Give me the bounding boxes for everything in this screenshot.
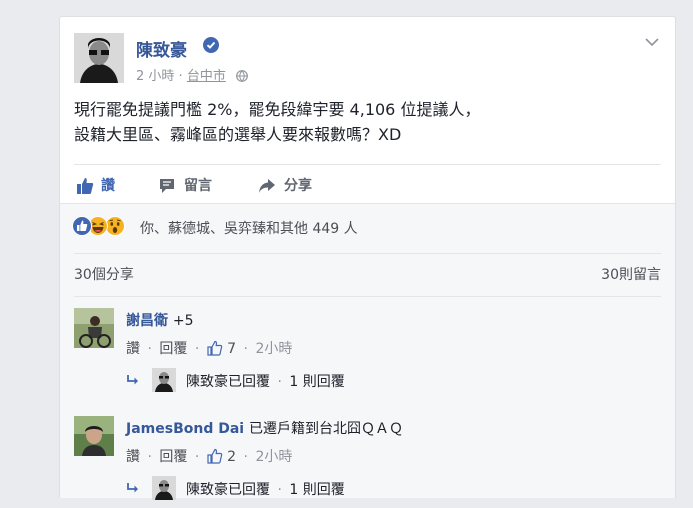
post-actions: 讚 留言 分享 xyxy=(74,173,664,199)
post-time[interactable]: 2 小時 xyxy=(136,69,174,84)
wow-reaction-icon xyxy=(105,216,125,236)
separator: · xyxy=(147,449,152,465)
post-text-line-2: 設籍大里區、霧峰區的選舉人要來報數嗎？XD xyxy=(74,125,402,144)
post-card: 陳致豪 2 小時 · 台中市 現行罷免提議門檻 2%，罷免段緯宇要 4,106 … xyxy=(59,16,676,500)
reply-summary-text: 陳致豪已回覆 · 1 則回覆 xyxy=(186,371,345,391)
share-arrow-icon xyxy=(259,179,275,193)
like-thumb-icon[interactable] xyxy=(207,448,223,464)
comment-reply-link[interactable]: 回覆 xyxy=(159,449,187,465)
reply-arrow-icon xyxy=(127,483,138,493)
commenter-avatar[interactable] xyxy=(74,308,114,348)
divider xyxy=(74,296,661,297)
separator: · xyxy=(277,374,282,390)
divider xyxy=(74,253,661,254)
comment-like-link[interactable]: 讚 xyxy=(126,341,140,357)
divider xyxy=(74,164,661,165)
author-avatar[interactable] xyxy=(74,33,124,83)
commenter-name: 謝昌衛 +5 xyxy=(126,310,194,330)
comment-text: 已遷戶籍到台北囧ＱＡＱ xyxy=(248,421,403,437)
like-thumb-icon[interactable] xyxy=(207,340,223,356)
comment-label: 留言 xyxy=(184,178,212,194)
comment-like-link[interactable]: 讚 xyxy=(126,449,140,465)
commenter-avatar[interactable] xyxy=(74,416,114,456)
separator: · xyxy=(277,482,282,498)
comment-text: +5 xyxy=(172,313,194,329)
post-meta: 2 小時 · 台中市 xyxy=(136,65,248,84)
reply-arrow-icon xyxy=(127,375,138,385)
meta-separator: · xyxy=(178,69,183,84)
comment-like-count[interactable]: 2 xyxy=(227,449,236,465)
separator: · xyxy=(243,341,248,357)
reply-author-avatar[interactable] xyxy=(152,476,176,500)
separator: · xyxy=(194,449,200,465)
post-body: 現行罷免提議門檻 2%，罷免段緯宇要 4,106 位提議人， 設籍大里區、霧峰區… xyxy=(74,97,664,147)
separator: · xyxy=(147,341,152,357)
post-text-line-1: 現行罷免提議門檻 2%，罷免段緯宇要 4,106 位提議人， xyxy=(74,100,481,119)
commenter-name-link[interactable]: JamesBond Dai xyxy=(126,421,244,437)
comment-time[interactable]: 2小時 xyxy=(255,449,292,465)
comment-reply-link[interactable]: 回覆 xyxy=(159,341,187,357)
globe-icon[interactable] xyxy=(236,70,248,82)
reply-summary-label[interactable]: 陳致豪已回覆 xyxy=(186,482,270,498)
comment-item: 謝昌衛 +5 讚 · 回覆 · 7 · 2小時 陳致豪已回覆 · 1 則回覆 xyxy=(74,308,664,400)
reply-author-avatar[interactable] xyxy=(152,368,176,392)
comment-like-count[interactable]: 7 xyxy=(227,341,236,357)
feedback-section: 你、蘇德城、吳弈臻和其他 449 人 30個分享 30則留言 謝昌衛 +5 讚 … xyxy=(60,203,675,500)
like-reaction-icon xyxy=(72,216,92,236)
comments-count[interactable]: 30則留言 xyxy=(601,264,661,284)
author-name[interactable]: 陳致豪 xyxy=(136,36,187,61)
comment-time[interactable]: 2小時 xyxy=(255,341,292,357)
separator: · xyxy=(194,341,200,357)
reply-count[interactable]: 1 則回覆 xyxy=(289,482,344,498)
reply-count[interactable]: 1 則回覆 xyxy=(289,374,344,390)
verified-badge-icon xyxy=(203,37,219,53)
post-location[interactable]: 台中市 xyxy=(187,69,226,84)
commenter-name: JamesBond Dai 已遷戶籍到台北囧ＱＡＱ xyxy=(126,418,403,438)
separator: · xyxy=(243,449,248,465)
reactions-summary[interactable]: 你、蘇德城、吳弈臻和其他 449 人 xyxy=(140,218,358,238)
comment-item: JamesBond Dai 已遷戶籍到台北囧ＱＡＱ 讚 · 回覆 · 2 · 2… xyxy=(74,416,664,508)
chevron-down-icon[interactable] xyxy=(645,37,659,47)
shares-count[interactable]: 30個分享 xyxy=(74,264,134,284)
reply-summary-text: 陳致豪已回覆 · 1 則回覆 xyxy=(186,479,345,499)
share-label: 分享 xyxy=(284,178,312,194)
comment-actions: 讚 · 回覆 · 2 · 2小時 xyxy=(126,446,292,466)
reply-summary-label[interactable]: 陳致豪已回覆 xyxy=(186,374,270,390)
comment-bubble-icon xyxy=(160,179,174,193)
like-label: 讚 xyxy=(101,178,115,194)
comment-actions: 讚 · 回覆 · 7 · 2小時 xyxy=(126,338,292,358)
like-thumb-icon xyxy=(77,178,94,194)
commenter-name-link[interactable]: 謝昌衛 xyxy=(126,313,168,329)
